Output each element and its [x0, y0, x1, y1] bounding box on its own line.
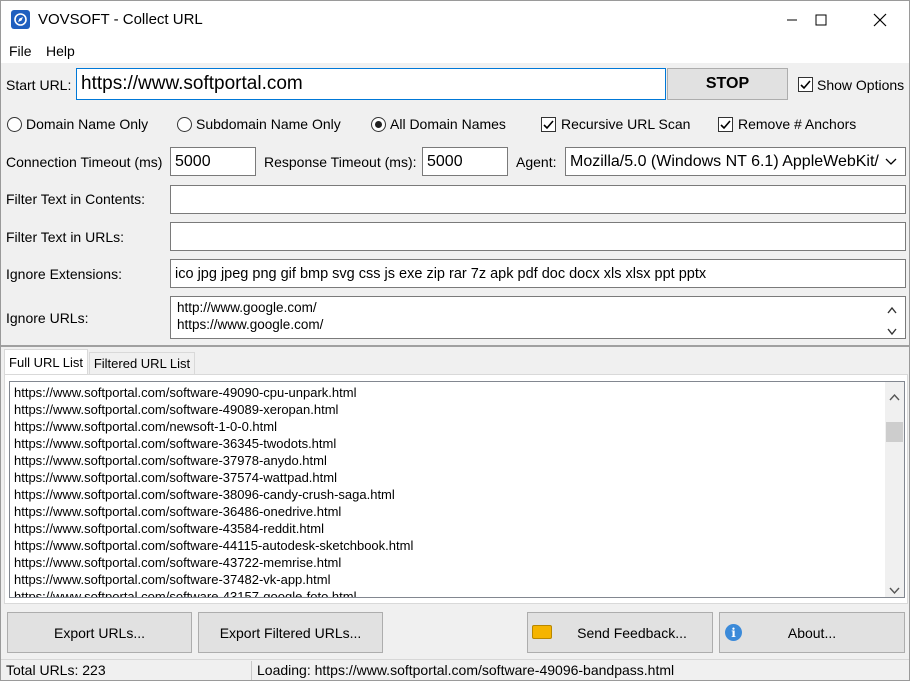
list-item[interactable]: https://www.softportal.com/software-4411… — [14, 537, 413, 554]
agent-select[interactable]: Mozilla/5.0 (Windows NT 6.1) AppleWebKit… — [565, 147, 906, 176]
radio-subdomain-only[interactable] — [177, 117, 192, 132]
scroll-up-icon[interactable] — [889, 388, 900, 404]
about-label: About... — [787, 624, 837, 641]
recursive-scan-checkbox[interactable] — [541, 117, 556, 132]
scroll-down-icon[interactable] — [887, 323, 897, 339]
connection-timeout-input[interactable]: 5000 — [170, 147, 256, 176]
remove-anchors-label: Remove # Anchors — [738, 116, 857, 132]
domain-only-label: Domain Name Only — [26, 116, 149, 132]
feedback-icon — [532, 625, 552, 639]
splitter[interactable] — [1, 345, 909, 347]
send-feedback-label: Send Feedback... — [577, 624, 687, 641]
list-item[interactable]: https://www.softportal.com/software-4372… — [14, 554, 341, 571]
start-url-input[interactable]: https://www.softportal.com — [76, 68, 666, 100]
ignore-urls-textarea[interactable]: http://www.google.com/ https://www.googl… — [170, 296, 906, 339]
radio-domain-only[interactable] — [7, 117, 22, 132]
connection-timeout-label: Connection Timeout (ms) — [6, 154, 163, 170]
list-item[interactable]: https://www.softportal.com/software-4908… — [14, 401, 338, 418]
radio-all-domains[interactable] — [371, 117, 386, 132]
filter-contents-input[interactable] — [170, 185, 906, 214]
window-title: VOVSOFT - Collect URL — [38, 11, 203, 28]
show-options-checkbox[interactable] — [798, 77, 813, 92]
export-urls-button[interactable]: Export URLs... — [7, 612, 192, 653]
recursive-scan-label: Recursive URL Scan — [561, 116, 691, 132]
agent-label: Agent: — [516, 154, 557, 170]
response-timeout-input[interactable]: 5000 — [422, 147, 508, 176]
scroll-up-icon[interactable] — [887, 301, 897, 317]
info-icon: i — [725, 624, 742, 641]
app-window: VOVSOFT - Collect URL File Help Start UR… — [0, 0, 910, 681]
about-button[interactable]: About... — [719, 612, 905, 653]
status-divider — [251, 661, 252, 680]
list-item[interactable]: https://www.softportal.com/software-3648… — [14, 503, 341, 520]
maximize-icon — [815, 14, 827, 26]
filter-urls-input[interactable] — [170, 222, 906, 251]
ignore-url-line: http://www.google.com/ — [177, 300, 317, 315]
url-listbox[interactable]: https://www.softportal.com/software-4909… — [9, 381, 905, 598]
checkmark-icon — [720, 120, 731, 130]
total-urls-status: Total URLs: 223 — [6, 662, 106, 678]
loading-status: Loading: https://www.softportal.com/soft… — [257, 662, 675, 678]
stop-button[interactable]: STOP — [667, 68, 788, 100]
menu-file[interactable]: File — [9, 43, 32, 59]
close-button[interactable] — [851, 1, 909, 39]
show-options-label: Show Options — [817, 77, 905, 93]
list-item[interactable]: https://www.softportal.com/software-4909… — [14, 384, 356, 401]
checkmark-icon — [800, 80, 811, 90]
tab-full-url-list[interactable]: Full URL List — [4, 349, 88, 375]
start-url-label: Start URL: — [6, 77, 72, 93]
scroll-thumb[interactable] — [886, 422, 903, 442]
filter-contents-label: Filter Text in Contents: — [6, 191, 146, 207]
chevron-down-icon — [885, 154, 897, 170]
ignore-urls-label: Ignore URLs: — [6, 310, 89, 326]
list-item[interactable]: https://www.softportal.com/software-3809… — [14, 486, 395, 503]
list-item[interactable]: https://www.softportal.com/software-3748… — [14, 571, 330, 588]
compass-icon — [11, 10, 30, 29]
list-item[interactable]: https://www.softportal.com/software-4358… — [14, 520, 324, 537]
subdomain-only-label: Subdomain Name Only — [196, 116, 341, 132]
close-icon — [873, 13, 887, 27]
list-item[interactable]: https://www.softportal.com/newsoft-1-0-0… — [14, 418, 277, 435]
agent-value: Mozilla/5.0 (Windows NT 6.1) AppleWebKit… — [570, 152, 879, 170]
all-domains-label: All Domain Names — [390, 116, 506, 132]
ignore-extensions-input[interactable]: ico jpg jpeg png gif bmp svg css js exe … — [170, 259, 906, 288]
ignore-extensions-label: Ignore Extensions: — [6, 266, 122, 282]
filter-urls-label: Filter Text in URLs: — [6, 229, 124, 245]
tab-filtered-url-list[interactable]: Filtered URL List — [89, 352, 195, 374]
scroll-down-icon[interactable] — [889, 582, 900, 597]
send-feedback-button[interactable]: Send Feedback... — [527, 612, 713, 653]
ignore-url-line: https://www.google.com/ — [177, 317, 324, 332]
list-item[interactable]: https://www.softportal.com/software-3634… — [14, 435, 336, 452]
list-scrollbar[interactable] — [885, 382, 904, 597]
response-timeout-label: Response Timeout (ms): — [264, 154, 417, 170]
list-item[interactable]: https://www.softportal.com/software-3757… — [14, 469, 337, 486]
maximize-button[interactable] — [792, 1, 850, 39]
radio-selected-dot — [375, 121, 382, 128]
remove-anchors-checkbox[interactable] — [718, 117, 733, 132]
checkmark-icon — [543, 120, 554, 130]
export-filtered-urls-button[interactable]: Export Filtered URLs... — [198, 612, 383, 653]
menu-bar — [1, 39, 909, 63]
menu-help[interactable]: Help — [46, 43, 75, 59]
list-item[interactable]: https://www.softportal.com/software-4315… — [14, 588, 357, 597]
list-item[interactable]: https://www.softportal.com/software-3797… — [14, 452, 327, 469]
